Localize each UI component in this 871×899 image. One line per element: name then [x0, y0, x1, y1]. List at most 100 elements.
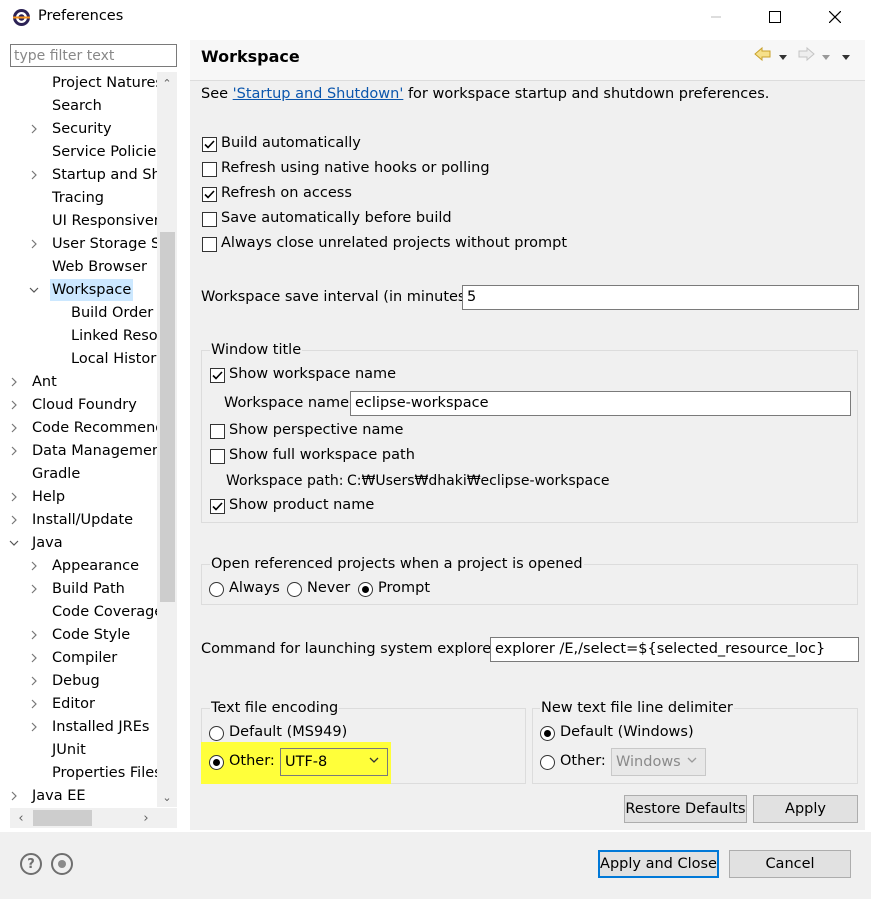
tree-item[interactable]: Gradle: [4, 463, 177, 486]
startup-shutdown-link[interactable]: 'Startup and Shutdown': [233, 86, 404, 102]
open-never-radio[interactable]: [287, 582, 302, 597]
show-workspace-name-checkbox[interactable]: [210, 368, 225, 383]
cancel-button[interactable]: Cancel: [729, 850, 851, 878]
apply-button[interactable]: Apply: [753, 795, 858, 823]
tree-item[interactable]: Appearance: [4, 555, 177, 578]
tree-item-label: Java: [32, 535, 63, 551]
scroll-left-arrow-icon[interactable]: ‹: [12, 808, 30, 828]
tree-item[interactable]: Editor: [4, 693, 177, 716]
tree-horizontal-scroll-thumb[interactable]: [33, 810, 92, 826]
tree-expand-chevron-icon[interactable]: [29, 624, 39, 646]
tree-item[interactable]: UI Responsiven: [4, 210, 177, 233]
tree-item[interactable]: Security: [4, 118, 177, 141]
import-export-icon[interactable]: [51, 853, 73, 875]
encoding-select[interactable]: UTF-8: [280, 748, 388, 776]
tree-item[interactable]: Compiler: [4, 647, 177, 670]
workspace-name-input[interactable]: eclipse-workspace: [350, 391, 851, 416]
show-full-path-checkbox[interactable]: [210, 449, 225, 464]
tree-item[interactable]: Data Managemen: [4, 440, 177, 463]
tree-expand-chevron-icon[interactable]: [9, 371, 19, 393]
tree-item[interactable]: User Storage Se: [4, 233, 177, 256]
scroll-up-arrow-icon[interactable]: ⌃: [157, 74, 177, 92]
tree-expand-chevron-icon[interactable]: [29, 647, 39, 669]
tree-expand-chevron-icon[interactable]: [9, 417, 19, 439]
tree-expand-chevron-icon[interactable]: [29, 693, 39, 715]
system-explorer-input[interactable]: explorer /E,/select=${selected_resource_…: [490, 637, 859, 662]
tree-collapse-chevron-icon[interactable]: [29, 279, 39, 301]
tree-item[interactable]: Java EE: [4, 785, 177, 807]
tree-item[interactable]: Cloud Foundry: [4, 394, 177, 417]
tree-item-label: Workspace: [50, 279, 134, 301]
restore-defaults-button[interactable]: Restore Defaults: [624, 795, 747, 823]
close-button[interactable]: [812, 0, 858, 34]
tree-item-label: Properties Files: [52, 765, 162, 781]
tree-item[interactable]: Build Order: [4, 302, 177, 325]
apply-and-close-button[interactable]: Apply and Close: [598, 850, 719, 878]
delimiter-other-radio[interactable]: [540, 755, 555, 770]
scroll-right-arrow-icon[interactable]: ›: [137, 808, 155, 828]
view-menu-chevron-icon[interactable]: [841, 50, 851, 66]
tree-expand-chevron-icon[interactable]: [29, 555, 39, 577]
tree-item[interactable]: Ant: [4, 371, 177, 394]
open-always-radio[interactable]: [209, 582, 224, 597]
minimize-button[interactable]: [693, 0, 739, 34]
help-icon[interactable]: ?: [20, 853, 42, 875]
delimiter-select[interactable]: Windows: [611, 748, 706, 776]
tree-expand-chevron-icon[interactable]: [29, 716, 39, 738]
forward-arrow-icon[interactable]: [797, 46, 815, 66]
save-interval-input[interactable]: 5: [462, 285, 859, 310]
tree-item[interactable]: Installed JREs: [4, 716, 177, 739]
tree-expand-chevron-icon[interactable]: [9, 486, 19, 508]
tree-expand-chevron-icon[interactable]: [29, 578, 39, 600]
tree-item[interactable]: Project Natures: [4, 72, 177, 95]
build-automatically-label: Build automatically: [221, 135, 361, 151]
close-unrelated-checkbox[interactable]: [202, 237, 217, 252]
show-perspective-name-checkbox[interactable]: [210, 424, 225, 439]
back-menu-chevron-icon[interactable]: [778, 50, 788, 66]
open-prompt-radio[interactable]: [358, 582, 373, 597]
tree-item[interactable]: Build Path: [4, 578, 177, 601]
tree-item[interactable]: Code Coverage: [4, 601, 177, 624]
tree-item[interactable]: Tracing: [4, 187, 177, 210]
tree-expand-chevron-icon[interactable]: [29, 118, 39, 140]
save-before-build-checkbox[interactable]: [202, 212, 217, 227]
tree-expand-chevron-icon[interactable]: [29, 233, 39, 255]
tree-vertical-scroll-thumb[interactable]: [160, 232, 175, 602]
tree-item[interactable]: Search: [4, 95, 177, 118]
encoding-default-radio[interactable]: [209, 726, 224, 741]
build-automatically-checkbox[interactable]: [202, 137, 217, 152]
save-before-build-label: Save automatically before build: [221, 210, 452, 226]
tree-item[interactable]: Java: [4, 532, 177, 555]
tree-item[interactable]: Properties Files: [4, 762, 177, 785]
tree-expand-chevron-icon[interactable]: [9, 785, 19, 807]
tree-item[interactable]: Code Style: [4, 624, 177, 647]
tree-item[interactable]: Startup and Sh: [4, 164, 177, 187]
refresh-on-access-label: Refresh on access: [221, 185, 352, 201]
back-arrow-icon[interactable]: [754, 46, 772, 66]
tree-item[interactable]: Help: [4, 486, 177, 509]
tree-collapse-chevron-icon[interactable]: [9, 532, 19, 554]
tree-item[interactable]: Service Policies: [4, 141, 177, 164]
forward-menu-chevron-icon[interactable]: [821, 50, 831, 66]
tree-item[interactable]: Local History: [4, 348, 177, 371]
maximize-button[interactable]: [752, 0, 798, 34]
filter-input[interactable]: [10, 44, 177, 67]
tree-expand-chevron-icon[interactable]: [29, 164, 39, 186]
tree-item[interactable]: Code Recommend: [4, 417, 177, 440]
show-product-name-checkbox[interactable]: [210, 499, 225, 514]
scroll-down-arrow-icon[interactable]: ⌄: [157, 788, 177, 806]
tree-item[interactable]: Install/Update: [4, 509, 177, 532]
tree-item[interactable]: Workspace: [4, 279, 177, 302]
tree-item[interactable]: Web Browser: [4, 256, 177, 279]
tree-item[interactable]: Linked Reso: [4, 325, 177, 348]
refresh-on-access-checkbox[interactable]: [202, 187, 217, 202]
tree-expand-chevron-icon[interactable]: [9, 440, 19, 462]
tree-expand-chevron-icon[interactable]: [9, 509, 19, 531]
encoding-other-radio[interactable]: [209, 755, 224, 770]
tree-item[interactable]: Debug: [4, 670, 177, 693]
tree-item[interactable]: JUnit: [4, 739, 177, 762]
refresh-native-hooks-checkbox[interactable]: [202, 162, 217, 177]
tree-expand-chevron-icon[interactable]: [29, 670, 39, 692]
delimiter-default-radio[interactable]: [540, 726, 555, 741]
tree-expand-chevron-icon[interactable]: [9, 394, 19, 416]
